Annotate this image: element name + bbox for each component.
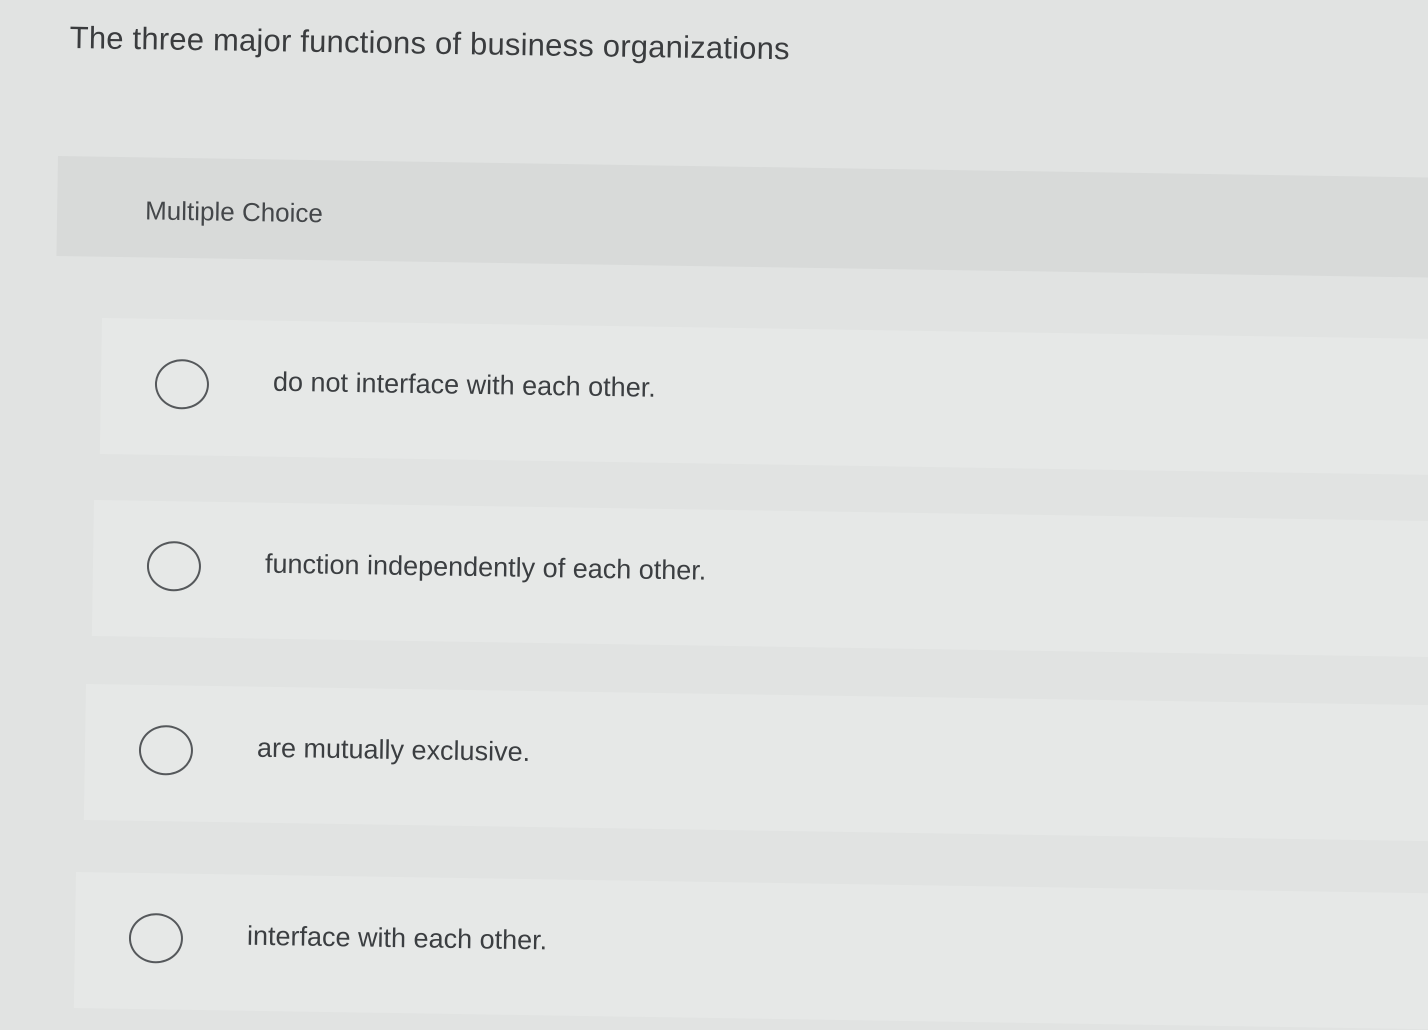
option-1[interactable]: do not interface with each other. xyxy=(99,318,1428,476)
option-3-text: are mutually exclusive. xyxy=(256,732,531,767)
option-2-text: function independently of each other. xyxy=(264,548,707,586)
option-4[interactable]: interface with each other. xyxy=(73,872,1428,1030)
multiple-choice-label: Multiple Choice xyxy=(144,195,324,229)
radio-circle-icon[interactable] xyxy=(128,912,184,964)
multiple-choice-header: Multiple Choice xyxy=(56,156,1428,278)
radio-circle-icon[interactable] xyxy=(138,724,194,776)
option-1-text: do not interface with each other. xyxy=(272,366,656,403)
question-text: The three major functions of business or… xyxy=(69,20,791,67)
radio-circle-icon[interactable] xyxy=(154,358,210,410)
radio-circle-icon[interactable] xyxy=(146,540,202,592)
option-2[interactable]: function independently of each other. xyxy=(91,500,1428,658)
option-3[interactable]: are mutually exclusive. xyxy=(83,684,1428,842)
option-4-text: interface with each other. xyxy=(246,920,548,956)
